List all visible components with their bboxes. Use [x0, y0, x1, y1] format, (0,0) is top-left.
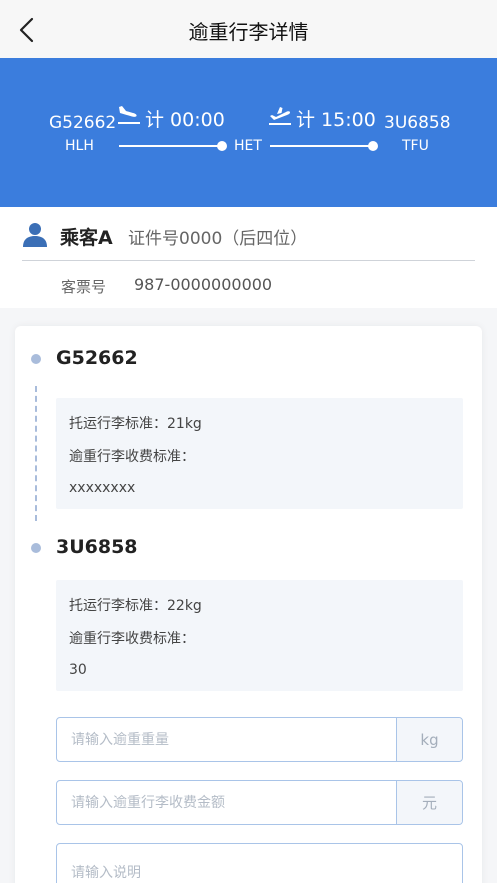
- segment-connector: [35, 386, 37, 521]
- arrival-time: 计 15:00: [296, 109, 376, 131]
- ticket-label: 客票号: [61, 278, 107, 296]
- segment-flight-number: G52662: [56, 347, 138, 369]
- transit-airport-code: HET: [234, 138, 262, 154]
- baggage-allowance: 托运行李标准：21kg: [69, 416, 202, 432]
- weight-unit: kg: [396, 718, 462, 761]
- dest-flight-number: 3U6858: [384, 113, 451, 133]
- fee-standard-label: 逾重行李收费标准：: [69, 449, 195, 465]
- segment-info: 托运行李标准：22kg 逾重行李收费标准： 30: [56, 580, 463, 691]
- dest-airport-code: TFU: [402, 138, 429, 154]
- note-input[interactable]: [57, 844, 462, 883]
- weight-field: kg: [56, 717, 463, 762]
- divider: [22, 260, 475, 261]
- origin-flight-number: G52662: [49, 113, 117, 133]
- segment-flight-number: 3U6858: [56, 536, 138, 558]
- route-line-left: [119, 145, 221, 147]
- nav-bar: 逾重行李详情: [0, 0, 497, 58]
- page-title: 逾重行李详情: [188, 20, 309, 44]
- ticket-number: 987-0000000000: [134, 275, 273, 294]
- route-dot-left: [217, 141, 227, 151]
- segment-dot: [31, 543, 41, 553]
- fee-standard-value: xxxxxxxx: [69, 480, 136, 496]
- flight-banner: G52662 HLH 计 00:00 HET 计 15:00 3U6858 TF…: [0, 58, 497, 207]
- amount-unit: 元: [396, 781, 462, 824]
- person-icon: [21, 221, 49, 249]
- departure-time: 计 00:00: [145, 109, 225, 131]
- segment-dot: [31, 354, 41, 364]
- passenger-name: 乘客A: [60, 227, 113, 249]
- fee-standard-value: 30: [69, 662, 87, 678]
- fee-standard-label: 逾重行李收费标准：: [69, 631, 195, 647]
- passenger-info: 乘客A 证件号0000（后四位） 客票号 987-0000000000: [0, 207, 497, 308]
- origin-airport-code: HLH: [65, 138, 94, 154]
- weight-input[interactable]: [57, 718, 397, 761]
- plane-takeoff-icon: [267, 102, 293, 128]
- passenger-id: 证件号0000（后四位）: [128, 229, 308, 249]
- baggage-allowance: 托运行李标准：22kg: [69, 598, 202, 614]
- route-dot-right: [368, 141, 378, 151]
- route-line-right: [270, 145, 372, 147]
- amount-input[interactable]: [57, 781, 397, 824]
- note-field: [56, 843, 463, 883]
- amount-field: 元: [56, 780, 463, 825]
- segment-info: 托运行李标准：21kg 逾重行李收费标准： xxxxxxxx: [56, 398, 463, 509]
- segments-card: G52662 托运行李标准：21kg 逾重行李收费标准： xxxxxxxx 3U…: [15, 326, 482, 883]
- plane-landing-icon: [116, 102, 142, 128]
